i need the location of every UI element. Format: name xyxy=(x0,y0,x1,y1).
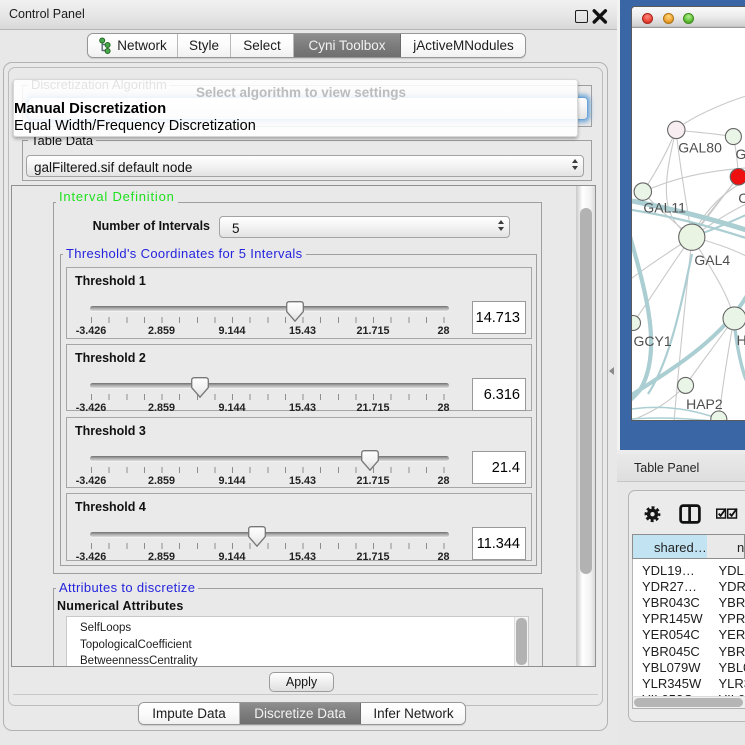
svg-text:HAP2: HAP2 xyxy=(686,396,723,412)
svg-text:GAL11: GAL11 xyxy=(643,200,686,216)
svg-text:GAL4: GAL4 xyxy=(694,252,730,268)
svg-text:GAL80: GAL80 xyxy=(678,140,722,156)
svg-text:GCY1: GCY1 xyxy=(634,333,672,349)
svg-text:CR: CR xyxy=(738,190,745,206)
svg-text:GA: GA xyxy=(736,146,745,162)
svg-text:HA: HA xyxy=(737,332,745,348)
